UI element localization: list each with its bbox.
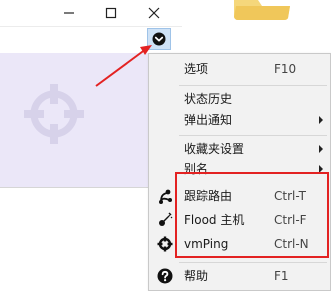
menu-separator (179, 85, 327, 86)
menu-item-label: 帮助 (184, 269, 209, 283)
menu-item-label: 状态历史 (184, 92, 233, 106)
vmping-icon (157, 236, 173, 252)
menu-item-label: 收藏夹设置 (184, 142, 245, 156)
menu-item-popup-notifications[interactable]: 弹出通知 (149, 108, 330, 132)
screenshot-stage: 选项 F10 状态历史 弹出通知 收藏夹设置 别名 跟踪路由 Ctrl-T Fl… (0, 0, 331, 291)
help-icon (157, 268, 173, 284)
submenu-arrow-icon (319, 116, 323, 124)
menu-item-label: 弹出通知 (184, 113, 233, 127)
submenu-arrow-icon (319, 145, 323, 153)
traceroute-icon (159, 189, 172, 204)
menu-item-shortcut: F1 (274, 269, 289, 283)
menu-item-options[interactable]: 选项 F10 (149, 57, 330, 81)
menu-separator (179, 262, 327, 263)
menu-item-help[interactable]: 帮助 F1 (149, 264, 330, 288)
menu-item-shortcut: F10 (274, 62, 297, 76)
menu-item-label: 选项 (184, 62, 209, 76)
menu-separator (179, 135, 327, 136)
highlight-box (175, 172, 329, 258)
flood-icon (159, 212, 173, 226)
